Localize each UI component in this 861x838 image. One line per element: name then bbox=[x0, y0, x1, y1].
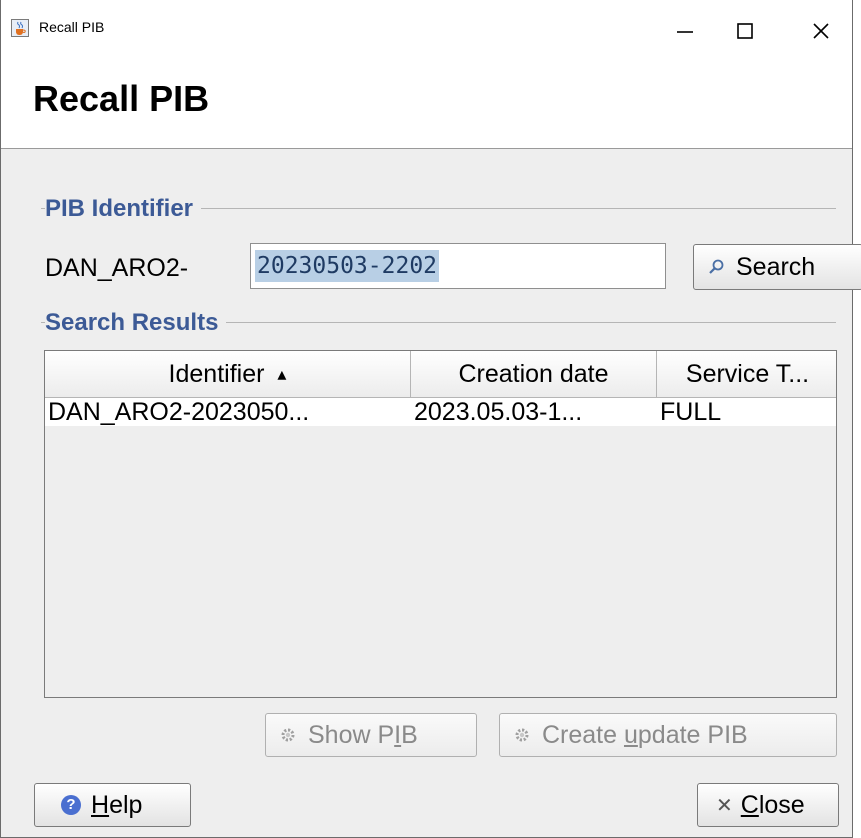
minimize-button[interactable] bbox=[655, 8, 715, 54]
maximize-icon bbox=[737, 23, 753, 39]
cell-service-type: FULL bbox=[660, 398, 722, 426]
column-header-identifier[interactable]: Identifier ▴ bbox=[45, 351, 411, 397]
window-close-icon bbox=[813, 23, 829, 39]
window-title: Recall PIB bbox=[39, 19, 105, 35]
recall-pib-dialog: Recall PIB Recall PIB PIB Identifier DAN… bbox=[0, 0, 861, 838]
search-icon bbox=[709, 259, 724, 274]
question-icon: ? bbox=[61, 795, 81, 815]
maximize-button[interactable] bbox=[715, 8, 775, 54]
column-header-creation-date[interactable]: Creation date bbox=[411, 351, 657, 397]
gear-icon bbox=[281, 728, 295, 742]
window-close-button[interactable] bbox=[791, 8, 851, 54]
identifier-prefix-label: DAN_ARO2- bbox=[45, 254, 189, 282]
close-button[interactable]: ✕ Close bbox=[697, 783, 839, 827]
search-button[interactable]: Search bbox=[693, 244, 861, 290]
results-table: Identifier ▴ Creation date Service T... … bbox=[44, 350, 837, 698]
gear-icon bbox=[515, 728, 529, 742]
close-label: Close bbox=[740, 790, 805, 819]
show-pib-button[interactable]: Show PIB bbox=[265, 713, 477, 757]
column-header-label: Service T... bbox=[685, 360, 810, 388]
column-header-service-type[interactable]: Service T... bbox=[657, 351, 838, 397]
search-results-heading: Search Results bbox=[45, 309, 227, 337]
show-pib-label: Show PIB bbox=[308, 720, 418, 749]
help-button[interactable]: ? Help bbox=[34, 783, 191, 827]
sort-ascending-icon: ▴ bbox=[277, 364, 287, 384]
table-header: Identifier ▴ Creation date Service T... bbox=[45, 351, 836, 398]
search-button-label: Search bbox=[736, 252, 816, 281]
identifier-input-value: 20230503-2202 bbox=[255, 250, 440, 282]
help-label: Help bbox=[91, 790, 143, 819]
cell-creation-date: 2023.05.03-1... bbox=[414, 398, 583, 426]
cell-identifier: DAN_ARO2-2023050... bbox=[48, 398, 310, 426]
java-cup-icon bbox=[11, 19, 29, 37]
close-x-icon: ✕ bbox=[716, 794, 733, 817]
page-title: Recall PIB bbox=[33, 78, 210, 119]
create-update-pib-button[interactable]: Create update PIB bbox=[499, 713, 837, 757]
title-bar[interactable]: Recall PIB bbox=[1, 0, 852, 58]
column-header-label: Creation date bbox=[458, 360, 609, 388]
create-update-pib-label: Create update PIB bbox=[542, 720, 748, 749]
pib-identifier-heading: PIB Identifier bbox=[45, 195, 202, 223]
table-row[interactable]: DAN_ARO2-2023050... 2023.05.03-1... FULL bbox=[45, 398, 836, 426]
minimize-icon bbox=[677, 31, 693, 33]
identifier-input[interactable]: 20230503-2202 bbox=[250, 243, 666, 289]
column-header-label: Identifier bbox=[168, 360, 265, 388]
